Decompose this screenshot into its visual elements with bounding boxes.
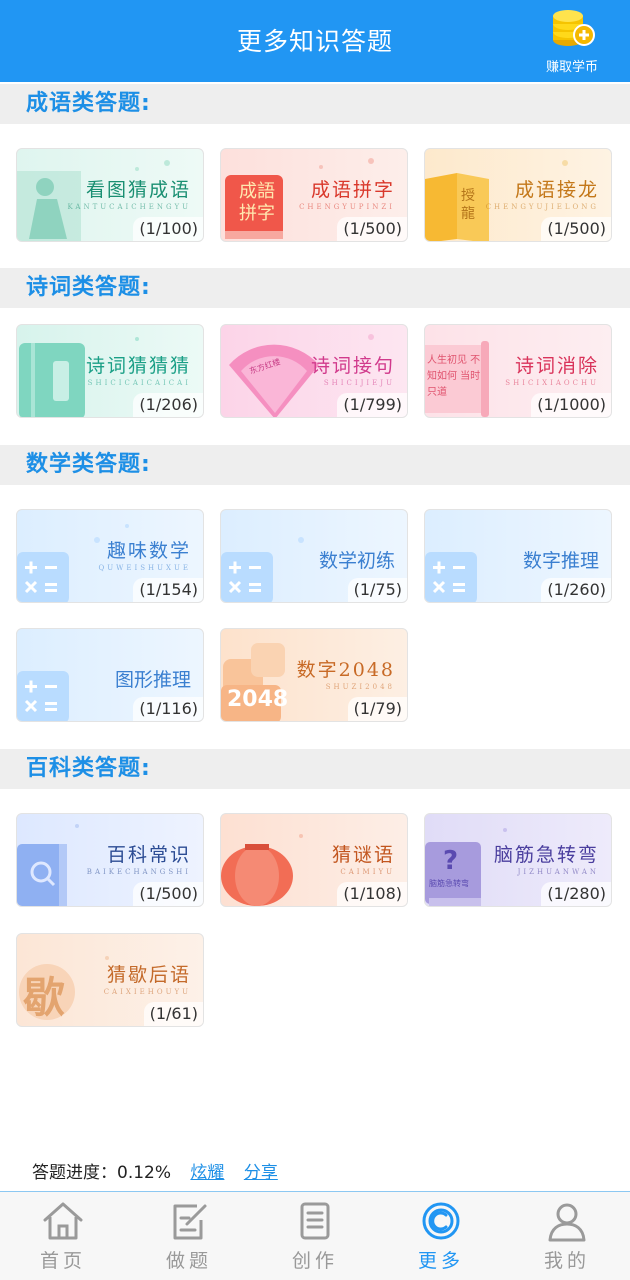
tab-label: 做题 xyxy=(165,1250,212,1272)
card-progress: (1/799) xyxy=(337,393,407,417)
card-title: 数字2048 xyxy=(296,659,395,681)
tab-label: 创作 xyxy=(291,1250,338,1272)
card-title: 成语接龙 xyxy=(514,179,599,201)
show-off-link[interactable]: 炫耀 xyxy=(190,1163,224,1183)
card-badge-text: 2048 xyxy=(227,687,289,712)
card-progress: (1/500) xyxy=(541,217,611,241)
tab-more[interactable]: 更多 xyxy=(378,1192,504,1280)
card-shicijieju[interactable]: 东方红楼 诗词接句 SHICIJIEJU (1/799) xyxy=(220,324,408,418)
card-title: 数学初练 xyxy=(318,550,395,572)
user-icon xyxy=(548,1203,586,1242)
card-subtitle: CHENGYUPINZI xyxy=(299,203,395,211)
tab-label: 首页 xyxy=(39,1250,86,1272)
document-icon xyxy=(300,1202,330,1240)
section-title-math: 数学类答题: xyxy=(0,445,630,485)
card-progress: (1/100) xyxy=(133,217,203,241)
card-title: 猜歇后语 xyxy=(106,964,191,986)
top-bar: 更多知识答题 赚取学币 xyxy=(0,0,630,82)
more-icon xyxy=(422,1202,460,1240)
card-title: 趣味数学 xyxy=(106,540,191,562)
card-shicicaicaicai[interactable]: 诗词猜猜猜 SHICICAICAICAI (1/206) xyxy=(16,324,204,418)
card-subtitle: CHENGYUJIELONG xyxy=(485,203,599,211)
card-badge-text: 人生初见 不知如何 当时只道 xyxy=(427,355,481,398)
card-progress: (1/500) xyxy=(133,882,203,906)
card-progress: (1/154) xyxy=(133,578,203,602)
card-subtitle: BAIKECHANGSHI xyxy=(86,868,191,876)
page-title: 更多知识答题 xyxy=(236,27,393,56)
card-kantucaichengyu[interactable]: 看图猜成语 KANTUCAICHENGYU (1/100) xyxy=(16,148,204,242)
card-chengyujielong[interactable]: 授 龍 成语接龙 CHENGYUJIELONG (1/500) xyxy=(424,148,612,242)
tab-home[interactable]: 首页 xyxy=(0,1192,126,1280)
card-progress: (1/206) xyxy=(133,393,203,417)
card-progress: (1/116) xyxy=(133,697,203,721)
section-title-idioms: 成语类答题: xyxy=(0,84,630,124)
card-title: 百科常识 xyxy=(106,844,191,866)
card-title: 诗词接句 xyxy=(310,355,395,377)
share-link[interactable]: 分享 xyxy=(244,1163,278,1183)
card-badge-text: 脑筋急转弯 xyxy=(429,879,469,888)
card-subtitle: SHICIXIAOCHU xyxy=(505,379,599,387)
card-naojinjizhuanwan[interactable]: ? 脑筋急转弯 脑筋急转弯 JIZHUANWAN (1/280) xyxy=(424,813,612,907)
card-title: 猜谜语 xyxy=(331,844,395,866)
earn-coins-button[interactable]: 赚取学币 xyxy=(540,6,604,78)
card-title: 看图猜成语 xyxy=(85,179,191,201)
card-progress: (1/1000) xyxy=(531,393,611,417)
tab-create[interactable]: 创作 xyxy=(252,1192,378,1280)
home-icon xyxy=(43,1202,83,1240)
progress-text: 答题进度：0.12% xyxy=(32,1163,172,1183)
card-chengyupinzi[interactable]: 成語拼字 成语拼字 CHENGYUPINZI (1/500) xyxy=(220,148,408,242)
card-title: 成语拼字 xyxy=(310,179,395,201)
answer-progress: 答题进度：0.12% 炫耀 分享 xyxy=(32,1158,278,1183)
card-title: 图形推理 xyxy=(114,669,191,691)
card-subtitle: QUWEISHUXUE xyxy=(98,564,191,572)
earn-coins-label: 赚取学币 xyxy=(545,60,598,75)
card-subtitle: SHUZI2048 xyxy=(325,683,395,691)
card-shuzituili[interactable]: 数字推理 (1/260) xyxy=(424,509,612,603)
tab-label: 我的 xyxy=(543,1250,590,1272)
card-baikechangshi[interactable]: 百科常识 BAIKECHANGSHI (1/500) xyxy=(16,813,204,907)
card-progress: (1/79) xyxy=(347,697,407,721)
section-title-poetry: 诗词类答题: xyxy=(0,268,630,308)
card-caixiehouyu[interactable]: 歇 猜歇后语 CAIXIEHOUYU (1/61) xyxy=(16,933,204,1027)
bottom-tab-bar: 首页 做题 创作 更多 我的 xyxy=(0,1191,630,1280)
tab-label: 更多 xyxy=(417,1250,464,1272)
card-title: 诗词猜猜猜 xyxy=(85,355,191,377)
card-quweishuxue[interactable]: 趣味数学 QUWEISHUXUE (1/154) xyxy=(16,509,204,603)
card-badge-text: 歇 xyxy=(23,973,66,1022)
tab-exercise[interactable]: 做题 xyxy=(126,1192,252,1280)
section-title-encyclopedia: 百科类答题: xyxy=(0,749,630,789)
question-mark-icon: ? xyxy=(443,846,459,876)
coins-icon xyxy=(553,10,595,46)
card-progress: (1/75) xyxy=(347,578,407,602)
card-subtitle: SHICICAICAICAI xyxy=(87,379,191,387)
card-shuzi2048[interactable]: 2048 数字2048 SHUZI2048 (1/79) xyxy=(220,628,408,722)
card-shicixiaochu[interactable]: 人生初见 不知如何 当时只道 诗词消除 SHICIXIAOCHU (1/1000… xyxy=(424,324,612,418)
card-progress: (1/260) xyxy=(541,578,611,602)
card-subtitle: SHICIJIEJU xyxy=(323,379,395,387)
edit-icon xyxy=(173,1204,207,1240)
card-subtitle: CAIMIYU xyxy=(340,868,395,876)
tab-mine[interactable]: 我的 xyxy=(504,1192,630,1280)
card-progress: (1/61) xyxy=(143,1002,203,1026)
card-subtitle: KANTUCAICHENGYU xyxy=(67,203,191,211)
card-tuxingtuili[interactable]: 图形推理 (1/116) xyxy=(16,628,204,722)
card-progress: (1/500) xyxy=(337,217,407,241)
card-title: 脑筋急转弯 xyxy=(493,844,599,866)
card-badge-text: 授 龍 xyxy=(461,188,475,222)
card-progress: (1/108) xyxy=(337,882,407,906)
card-subtitle: CAIXIEHOUYU xyxy=(103,988,191,996)
card-progress: (1/280) xyxy=(541,882,611,906)
card-caimiyu[interactable]: 猜谜语 CAIMIYU (1/108) xyxy=(220,813,408,907)
card-title: 诗词消除 xyxy=(514,355,599,377)
card-subtitle: JIZHUANWAN xyxy=(517,868,599,876)
card-badge-text: 成語拼字 xyxy=(239,181,275,224)
card-title: 数字推理 xyxy=(522,550,599,572)
card-shuxuechulian[interactable]: 数学初练 (1/75) xyxy=(220,509,408,603)
